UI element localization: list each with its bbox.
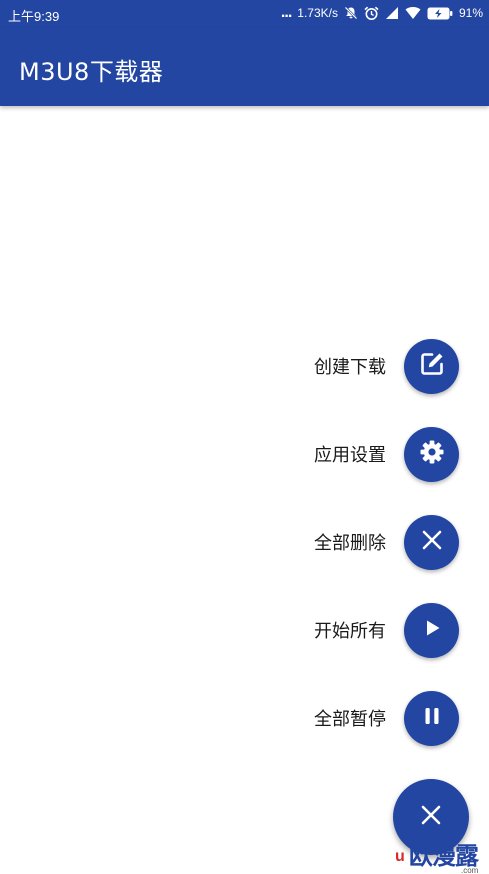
create-download-action[interactable]: 创建下载 (314, 338, 459, 394)
edit-icon (418, 350, 446, 382)
pause-icon (420, 704, 444, 732)
pause-all-action[interactable]: 全部暂停 (314, 690, 459, 746)
pause-all-label: 全部暂停 (314, 709, 386, 730)
create-download-button[interactable] (404, 338, 459, 394)
create-download-label: 创建下载 (314, 357, 386, 378)
watermark-prefix: u (395, 848, 405, 865)
watermark-suffix: .com (461, 866, 479, 874)
app-settings-action[interactable]: 应用设置 (314, 426, 459, 482)
delete-all-button[interactable] (404, 514, 459, 570)
app-screen: 上午9:39 ... 1.73K/s 91% M3U8下载器 创建下载 应用设置… (0, 0, 489, 874)
app-settings-label: 应用设置 (314, 445, 386, 466)
delete-all-action[interactable]: 全部删除 (314, 514, 459, 570)
close-icon (418, 802, 444, 832)
start-all-button[interactable] (404, 602, 459, 658)
app-settings-button[interactable] (404, 426, 459, 482)
start-all-action[interactable]: 开始所有 (314, 602, 459, 658)
gear-icon (418, 438, 446, 470)
start-all-label: 开始所有 (314, 621, 386, 642)
pause-all-button[interactable] (404, 690, 459, 746)
watermark-logo: u 欧漫露 .com (395, 836, 489, 874)
play-icon (420, 616, 444, 644)
close-icon (420, 528, 444, 556)
speed-dial-menu: 创建下载 应用设置 全部删除 开始所有 全部暂停 (0, 0, 489, 874)
delete-all-label: 全部删除 (314, 533, 386, 554)
